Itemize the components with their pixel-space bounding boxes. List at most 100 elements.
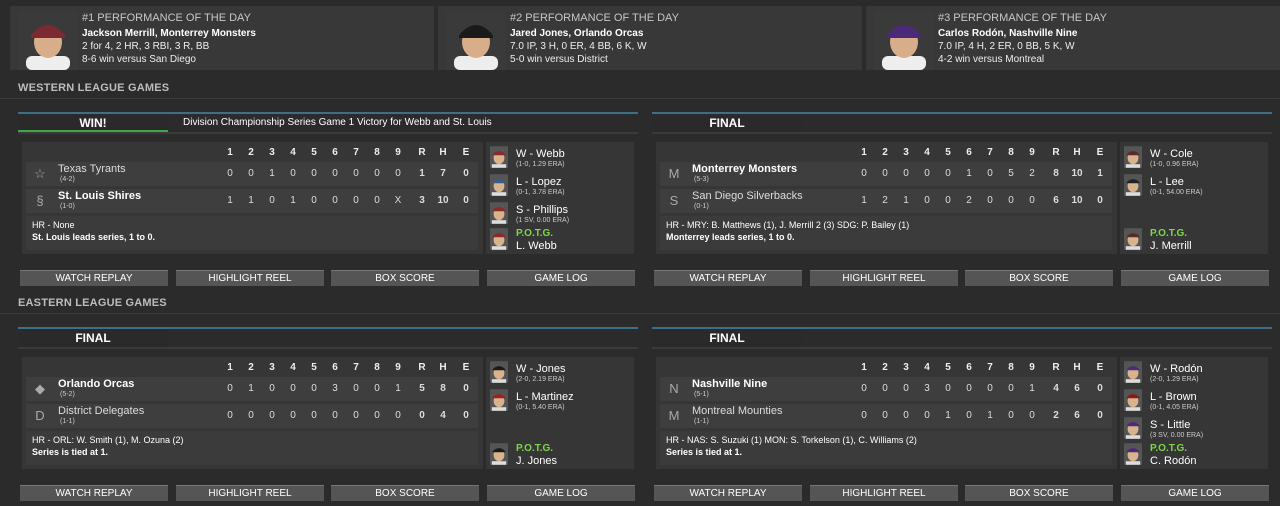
game-log-button[interactable]: GAME LOG bbox=[487, 270, 635, 286]
game-log-button[interactable]: GAME LOG bbox=[487, 485, 635, 501]
result-line: 5-0 win versus District bbox=[510, 54, 608, 65]
highlight-reel-button[interactable]: HIGHLIGHT REEL bbox=[176, 485, 324, 501]
total-cell: 8 bbox=[1053, 168, 1059, 179]
player-of-the-game[interactable]: P.O.T.G. C. Rodón bbox=[1120, 441, 1268, 469]
pitcher-decision[interactable]: L - Brown (0-1, 4.05 ERA) bbox=[1120, 387, 1268, 415]
inning-cell: 1 bbox=[248, 383, 254, 394]
game-notes: HR - NAS: S. Suzuki (1) MON: S. Torkelso… bbox=[660, 431, 1112, 465]
pitcher-avatar bbox=[490, 174, 508, 196]
team-record: (1-1) bbox=[694, 418, 709, 425]
team-row[interactable]: ◆ Orlando Orcas (5-2) 0 1 0 0 0 3 0 0 1 5 8 0 bbox=[26, 377, 478, 401]
inning-header: H bbox=[439, 362, 447, 373]
pitcher-decision[interactable]: S - Phillips (1 SV, 0.00 ERA) bbox=[486, 200, 634, 228]
performance-card[interactable]: #2 PERFORMANCE OF THE DAY Jared Jones, Or… bbox=[438, 6, 862, 70]
team-record: (4-2) bbox=[60, 176, 75, 183]
watch-replay-button[interactable]: WATCH REPLAY bbox=[654, 270, 802, 286]
pitcher-decision[interactable]: S - Little (3 SV, 0.00 ERA) bbox=[1120, 415, 1268, 443]
total-cell: 6 bbox=[1074, 383, 1080, 394]
team-name[interactable]: St. Louis Shires bbox=[58, 190, 141, 202]
watch-replay-button[interactable]: WATCH REPLAY bbox=[20, 485, 168, 501]
box-score-button[interactable]: BOX SCORE bbox=[965, 485, 1113, 501]
performance-card[interactable]: #1 PERFORMANCE OF THE DAY Jackson Merrill… bbox=[10, 6, 434, 70]
inning-cell: 0 bbox=[311, 410, 317, 421]
inning-header: E bbox=[462, 362, 470, 373]
inning-cell: 0 bbox=[353, 410, 359, 421]
game-log-button[interactable]: GAME LOG bbox=[1121, 270, 1269, 286]
pitcher-name: L - Lee bbox=[1150, 176, 1184, 188]
pitcher-decision[interactable]: W - Cole (1-0, 0.96 ERA) bbox=[1120, 144, 1268, 172]
inning-cell: 0 bbox=[861, 383, 867, 394]
team-name[interactable]: San Diego Silverbacks bbox=[692, 190, 803, 202]
inning-header: 9 bbox=[395, 147, 401, 158]
inning-header: 6 bbox=[966, 147, 972, 158]
team-logo-icon: § bbox=[36, 193, 44, 208]
game-log-button[interactable]: GAME LOG bbox=[1121, 485, 1269, 501]
potg-name: J. Jones bbox=[516, 455, 557, 467]
box-score-button[interactable]: BOX SCORE bbox=[331, 270, 479, 286]
total-cell: 8 bbox=[440, 383, 446, 394]
team-row[interactable]: M Montreal Mounties (1-1) 0 0 0 0 1 0 1 0 0 2 6 0 bbox=[660, 404, 1112, 428]
pitcher-decision[interactable]: L - Lee (0-1, 54.00 ERA) bbox=[1120, 172, 1268, 200]
team-name[interactable]: Texas Tyrants bbox=[58, 163, 126, 175]
total-cell: 10 bbox=[1071, 168, 1083, 179]
inning-cell: 0 bbox=[269, 195, 275, 206]
team-name[interactable]: District Delegates bbox=[58, 405, 144, 417]
team-logo-icon: N bbox=[669, 381, 679, 396]
inning-cell: 0 bbox=[903, 168, 909, 179]
pitcher-decision[interactable]: W - Jones (2-0, 2.19 ERA) bbox=[486, 359, 634, 387]
pitcher-decision[interactable]: W - Webb (1-0, 1.29 ERA) bbox=[486, 144, 634, 172]
team-row[interactable]: § St. Louis Shires (1-0) 1 1 0 1 0 0 0 0 X 3 10 0 bbox=[26, 189, 478, 213]
result-line: 4-2 win versus Montreal bbox=[938, 54, 1045, 65]
team-name[interactable]: Orlando Orcas bbox=[58, 378, 134, 390]
team-name[interactable]: Nashville Nine bbox=[692, 378, 767, 390]
player-of-the-game[interactable]: P.O.T.G. L. Webb bbox=[486, 226, 634, 254]
watch-replay-button[interactable]: WATCH REPLAY bbox=[20, 270, 168, 286]
pitcher-name: S - Phillips bbox=[516, 204, 568, 216]
home-run-summary: HR - None bbox=[32, 220, 75, 230]
game-card: FINAL 1 2 3 4 5 6 7 8 9 R H E M Monterrey Monsters (5-3… bbox=[652, 112, 1272, 290]
inning-cell: 0 bbox=[248, 168, 254, 179]
pitcher-stats: (0-1, 3.78 ERA) bbox=[516, 189, 565, 196]
pitcher-decision[interactable]: L - Martinez (0-1, 5.40 ERA) bbox=[486, 387, 634, 415]
team-name[interactable]: Montreal Mounties bbox=[692, 405, 783, 417]
inning-cell: 1 bbox=[945, 410, 951, 421]
pitcher-decision[interactable]: W - Rodón (2-0, 1.29 ERA) bbox=[1120, 359, 1268, 387]
inning-cell: 0 bbox=[861, 410, 867, 421]
box-score-button[interactable]: BOX SCORE bbox=[331, 485, 479, 501]
box-score-button[interactable]: BOX SCORE bbox=[965, 270, 1113, 286]
player-of-the-game[interactable]: P.O.T.G. J. Jones bbox=[486, 441, 634, 469]
game-description: Division Championship Series Game 1 Vict… bbox=[183, 117, 492, 128]
highlight-reel-button[interactable]: HIGHLIGHT REEL bbox=[810, 270, 958, 286]
inning-header: 5 bbox=[311, 147, 317, 158]
total-cell: 7 bbox=[440, 168, 446, 179]
linescore: 1 2 3 4 5 6 7 8 9 R H E N Nashville Nine (5-1) 0 0 0 3 0 0 0 0… bbox=[656, 357, 1117, 469]
pitcher-decision[interactable]: L - Lopez (0-1, 3.78 ERA) bbox=[486, 172, 634, 200]
inning-cell: 1 bbox=[290, 195, 296, 206]
game-header: FINAL bbox=[652, 112, 1272, 134]
player-of-the-game[interactable]: P.O.T.G. J. Merrill bbox=[1120, 226, 1268, 254]
highlight-reel-button[interactable]: HIGHLIGHT REEL bbox=[176, 270, 324, 286]
inning-cell: 0 bbox=[987, 195, 993, 206]
performance-card[interactable]: #3 PERFORMANCE OF THE DAY Carlos Rodón, N… bbox=[866, 6, 1280, 70]
inning-header: 5 bbox=[311, 362, 317, 373]
total-cell: 6 bbox=[1074, 410, 1080, 421]
inning-cell: 0 bbox=[903, 410, 909, 421]
pitcher-avatar bbox=[490, 389, 508, 411]
total-cell: 0 bbox=[1097, 383, 1103, 394]
pitcher-name: W - Cole bbox=[1150, 148, 1193, 160]
team-row[interactable]: ☆ Texas Tyrants (4-2) 0 0 1 0 0 0 0 0 0 1 7 0 bbox=[26, 162, 478, 186]
total-cell: 10 bbox=[437, 195, 449, 206]
team-name[interactable]: Monterrey Monsters bbox=[692, 163, 797, 175]
inning-header: 6 bbox=[966, 362, 972, 373]
team-row[interactable]: M Monterrey Monsters (5-3) 0 0 0 0 0 1 0 5 2 8 10 1 bbox=[660, 162, 1112, 186]
team-row[interactable]: D District Delegates (1-1) 0 0 0 0 0 0 0 0 0 0 4 0 bbox=[26, 404, 478, 428]
inning-header: 6 bbox=[332, 362, 338, 373]
pitcher-stats: (1-0, 1.29 ERA) bbox=[516, 161, 565, 168]
inning-header: H bbox=[439, 147, 447, 158]
highlight-reel-button[interactable]: HIGHLIGHT REEL bbox=[810, 485, 958, 501]
inning-cell: 0 bbox=[311, 168, 317, 179]
inning-cell: 0 bbox=[395, 168, 401, 179]
team-row[interactable]: N Nashville Nine (5-1) 0 0 0 3 0 0 0 0 1 4 6 0 bbox=[660, 377, 1112, 401]
watch-replay-button[interactable]: WATCH REPLAY bbox=[654, 485, 802, 501]
team-row[interactable]: S San Diego Silverbacks (0-1) 1 2 1 0 0 2 0 0 0 6 10 0 bbox=[660, 189, 1112, 213]
